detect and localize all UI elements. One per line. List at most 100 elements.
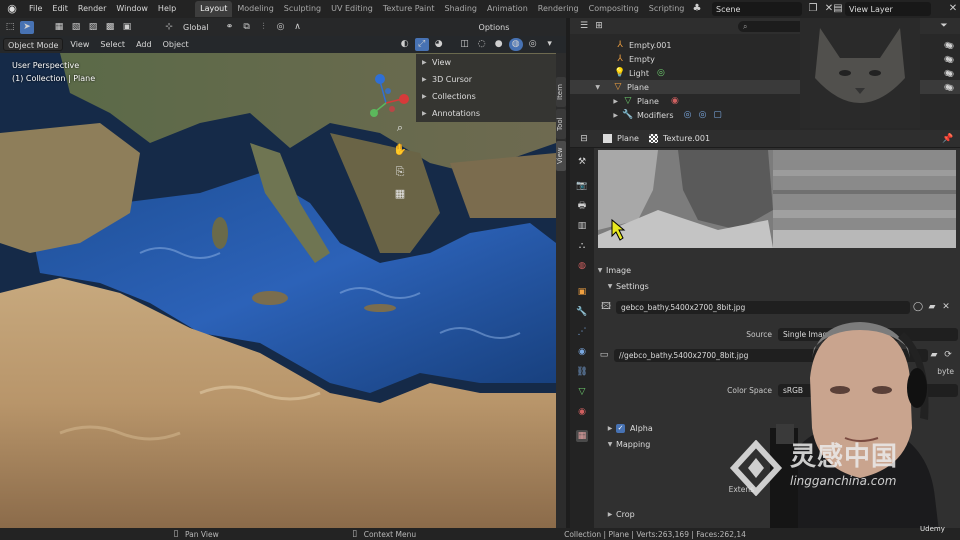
filter-icon[interactable]: ⏷ bbox=[938, 20, 950, 32]
transform-orientation-dropdown[interactable]: Global bbox=[179, 21, 213, 34]
section-label: Collections bbox=[432, 92, 476, 101]
tool-tab-icon[interactable]: ⚒ bbox=[576, 156, 588, 168]
tab-shading[interactable]: Shading bbox=[439, 1, 482, 17]
data-tab-icon[interactable]: ▽ bbox=[576, 386, 588, 398]
sidebar-section-3d-cursor[interactable]: ▶ 3D Cursor bbox=[416, 71, 556, 88]
object-tab-icon[interactable]: ▣ bbox=[576, 286, 588, 298]
select-invert-icon[interactable]: ▩ bbox=[103, 21, 117, 34]
scene-tab-icon[interactable]: ⛬ bbox=[576, 240, 588, 252]
image-panel-header[interactable]: ▼ Image bbox=[594, 262, 960, 278]
open-folder-icon[interactable]: ▰ bbox=[926, 301, 938, 313]
select-extend-icon[interactable]: ▧ bbox=[69, 21, 83, 34]
sidebar-section-annotations[interactable]: ▶ Annotations bbox=[416, 105, 556, 122]
eye-icon[interactable]: ◉ bbox=[944, 82, 954, 91]
sidebar-section-view[interactable]: ▶ View bbox=[416, 54, 556, 71]
select-box-icon[interactable]: ▦ bbox=[52, 21, 66, 34]
options-dropdown[interactable]: Options bbox=[475, 21, 514, 34]
menu-file[interactable]: File bbox=[24, 0, 47, 18]
expand-arrow-icon[interactable]: ▶ bbox=[570, 98, 622, 105]
eye-icon[interactable]: ◉ bbox=[944, 54, 954, 63]
modifier-tab-icon[interactable]: 🔧 bbox=[576, 306, 588, 318]
material-shading-icon[interactable]: ◍ bbox=[508, 38, 523, 51]
rendered-shading-icon[interactable]: ◎ bbox=[526, 38, 540, 51]
falloff-icon[interactable]: ∧ bbox=[291, 21, 305, 34]
gizmo-toggle-icon[interactable]: ⤢ bbox=[414, 38, 429, 51]
alpha-checkbox[interactable]: ✓ bbox=[616, 423, 625, 433]
tab-compositing[interactable]: Compositing bbox=[584, 1, 644, 17]
editor-type-icon[interactable]: ☰ bbox=[578, 20, 590, 32]
view-layer-selector[interactable]: View Layer bbox=[845, 2, 931, 16]
zoom-icon[interactable]: ⌕ bbox=[391, 120, 409, 136]
eye-icon[interactable]: ◉ bbox=[944, 68, 954, 77]
unlink-icon[interactable]: ✕ bbox=[940, 301, 952, 313]
snap-icon[interactable]: ⧉ bbox=[240, 21, 254, 34]
pan-hand-icon[interactable]: ✋ bbox=[391, 142, 409, 158]
fake-user-icon[interactable]: ◯ bbox=[912, 301, 924, 313]
object-mode-dropdown[interactable]: Object Mode bbox=[3, 38, 64, 51]
xray-icon[interactable]: ◫ bbox=[458, 38, 472, 51]
scene-selector[interactable]: Scene bbox=[712, 2, 802, 16]
solid-shading-icon[interactable]: ● bbox=[492, 38, 506, 51]
settings-section-label: Settings bbox=[616, 281, 649, 291]
proportional-edit-icon[interactable]: ◎ bbox=[274, 21, 288, 34]
menu-help[interactable]: Help bbox=[153, 0, 181, 18]
world-tab-icon[interactable]: ◍ bbox=[576, 260, 588, 272]
editor-type-icon[interactable]: ⊟ bbox=[578, 133, 590, 145]
ortho-toggle-icon[interactable]: ▦ bbox=[391, 186, 409, 202]
menu-render[interactable]: Render bbox=[73, 0, 111, 18]
image-browse-icon[interactable]: 🖾 bbox=[600, 301, 612, 313]
viewport-menu-add[interactable]: Add bbox=[132, 38, 156, 51]
snap-target-icon[interactable]: ⫶ bbox=[257, 21, 271, 34]
select-intersect-icon[interactable]: ▣ bbox=[120, 21, 134, 34]
tab-texture-paint[interactable]: Texture Paint bbox=[378, 1, 440, 17]
camera-view-icon[interactable]: ⎘ bbox=[391, 164, 409, 180]
sidebar-tab-tool[interactable]: Tool bbox=[556, 109, 566, 139]
display-mode-icon[interactable]: ⊞ bbox=[593, 20, 605, 32]
viewport-menu-object[interactable]: Object bbox=[159, 38, 193, 51]
delete-view-layer-icon[interactable]: ✕ bbox=[946, 2, 960, 16]
wireframe-shading-icon[interactable]: ◌ bbox=[475, 38, 489, 51]
pin-icon[interactable]: 📌 bbox=[942, 133, 954, 145]
physics-tab-icon[interactable]: ◉ bbox=[576, 346, 588, 358]
new-scene-icon[interactable]: ❐ bbox=[806, 2, 820, 16]
viewport-menu-select[interactable]: Select bbox=[96, 38, 129, 51]
sidebar-section-collections[interactable]: ▶ Collections bbox=[416, 88, 556, 105]
3d-viewport[interactable]: ⬚ ➤ ▦ ▧ ▨ ▩ ▣ ⊹ Global ⚭ ⧉ ⫶ ◎ ∧ Options… bbox=[0, 18, 566, 528]
properties-tabs: ⚒ 📷 🖶 ▥ ⛬ ◍ ▣ 🔧 ⋰ ◉ ⛓ ▽ ◉ ▦ bbox=[570, 148, 594, 528]
image-name-field[interactable]: gebco_bathy.5400x2700_8bit.jpg bbox=[616, 301, 910, 314]
blender-logo-icon[interactable]: ◉ bbox=[4, 2, 20, 16]
menu-window[interactable]: Window bbox=[111, 0, 153, 18]
material-tab-icon[interactable]: ◉ bbox=[576, 406, 588, 418]
particles-tab-icon[interactable]: ⋰ bbox=[576, 326, 588, 338]
expand-arrow-icon[interactable]: ▶ bbox=[570, 112, 622, 119]
constraints-tab-icon[interactable]: ⛓ bbox=[576, 366, 588, 378]
eye-icon[interactable]: ◉ bbox=[944, 40, 954, 49]
select-subtract-icon[interactable]: ▨ bbox=[86, 21, 100, 34]
status-bar: ▯ Pan View ▯ Context Menu Collection | P… bbox=[0, 528, 960, 540]
viewport-menu-view[interactable]: View bbox=[66, 38, 93, 51]
tab-rendering[interactable]: Rendering bbox=[533, 1, 584, 17]
scene-icon[interactable]: ♣ bbox=[690, 2, 704, 16]
expand-arrow-icon[interactable]: ▼ bbox=[570, 84, 602, 91]
texture-tab-icon[interactable]: ▦ bbox=[576, 430, 588, 442]
tab-modeling[interactable]: Modeling bbox=[232, 1, 278, 17]
tab-sculpting[interactable]: Sculpting bbox=[279, 1, 326, 17]
render-tab-icon[interactable]: 📷 bbox=[576, 180, 588, 192]
editor-type-icon[interactable]: ⬚ bbox=[3, 21, 17, 34]
settings-panel-header[interactable]: ▼ Settings bbox=[594, 278, 960, 294]
outliner-row-label: Modifiers bbox=[637, 110, 674, 120]
sidebar-tab-view[interactable]: View bbox=[556, 141, 566, 171]
sidebar-tab-item[interactable]: Item bbox=[556, 77, 566, 107]
visibility-icon[interactable]: ◐ bbox=[398, 38, 412, 51]
overlay-toggle-icon[interactable]: ◕ bbox=[432, 38, 446, 51]
tab-scripting[interactable]: Scripting bbox=[644, 1, 690, 17]
pivot-point-icon[interactable]: ⚭ bbox=[223, 21, 237, 34]
shading-options-icon[interactable]: ▾ bbox=[543, 38, 557, 51]
tab-layout[interactable]: Layout bbox=[195, 1, 233, 17]
menu-edit[interactable]: Edit bbox=[47, 0, 73, 18]
select-tool-icon[interactable]: ➤ bbox=[20, 20, 34, 34]
output-tab-icon[interactable]: 🖶 bbox=[576, 200, 588, 212]
tab-animation[interactable]: Animation bbox=[482, 1, 533, 17]
view-layer-tab-icon[interactable]: ▥ bbox=[576, 220, 588, 232]
tab-uv-editing[interactable]: UV Editing bbox=[326, 1, 378, 17]
